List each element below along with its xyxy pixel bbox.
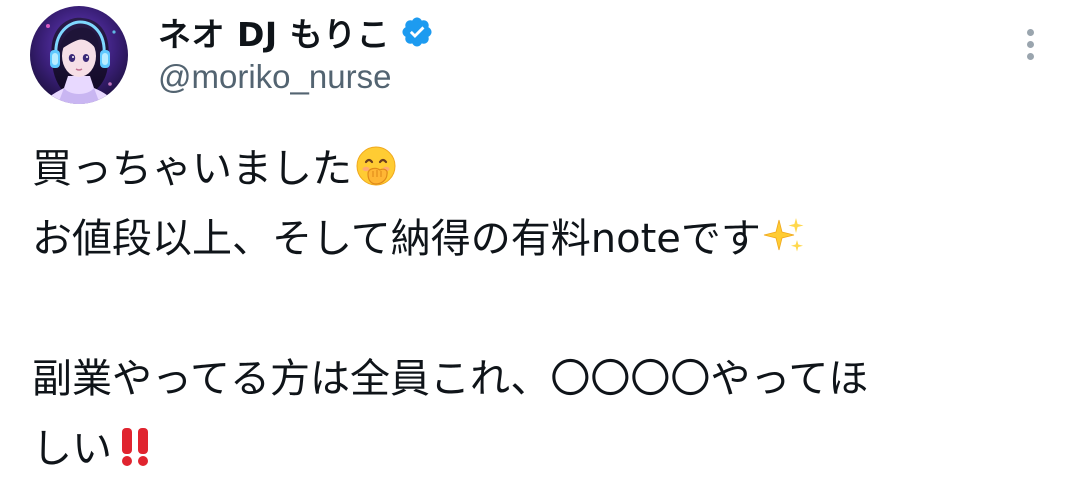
avatar-illustration [30,6,128,104]
tweet-text: 買っちゃいました お値段以上、そして納得の有料noteです 副業やってる方は全員… [32,134,1052,484]
tweet-line: しい [32,414,1052,484]
face-with-hand-over-mouth-emoji [354,140,398,186]
author-handle[interactable]: @moriko_nurse [158,58,391,96]
tweet-line: 買っちゃいました [32,134,1052,204]
tweet-line-text: しい [32,426,112,472]
more-dot [1026,40,1034,48]
sparkles-emoji [763,210,807,254]
author-name-row[interactable]: ネオ DJ もりこ [158,10,434,54]
tweet-line-text: 副業やってる方は全員これ、〇〇〇〇やってほ [32,356,869,402]
tweet-line-text: お値段以上、そして納得の有料noteです [32,216,761,262]
avatar[interactable] [30,6,128,104]
more-dot [1026,28,1034,36]
tweet-line-text: 買っちゃいました [32,146,352,192]
tweet-line: お値段以上、そして納得の有料noteです [32,204,1052,274]
tweet-card: ネオ DJ もりこ @moriko_nurse 買っちゃいました お値段以上、そ… [0,0,1080,481]
more-vertical-icon[interactable] [1018,24,1042,64]
more-dot [1026,52,1034,60]
tweet-line: 副業やってる方は全員これ、〇〇〇〇やってほ [32,344,1052,414]
double-exclamation-emoji [114,420,158,466]
verified-badge-icon [400,15,434,49]
author-display-name[interactable]: ネオ DJ もりこ [158,8,390,56]
